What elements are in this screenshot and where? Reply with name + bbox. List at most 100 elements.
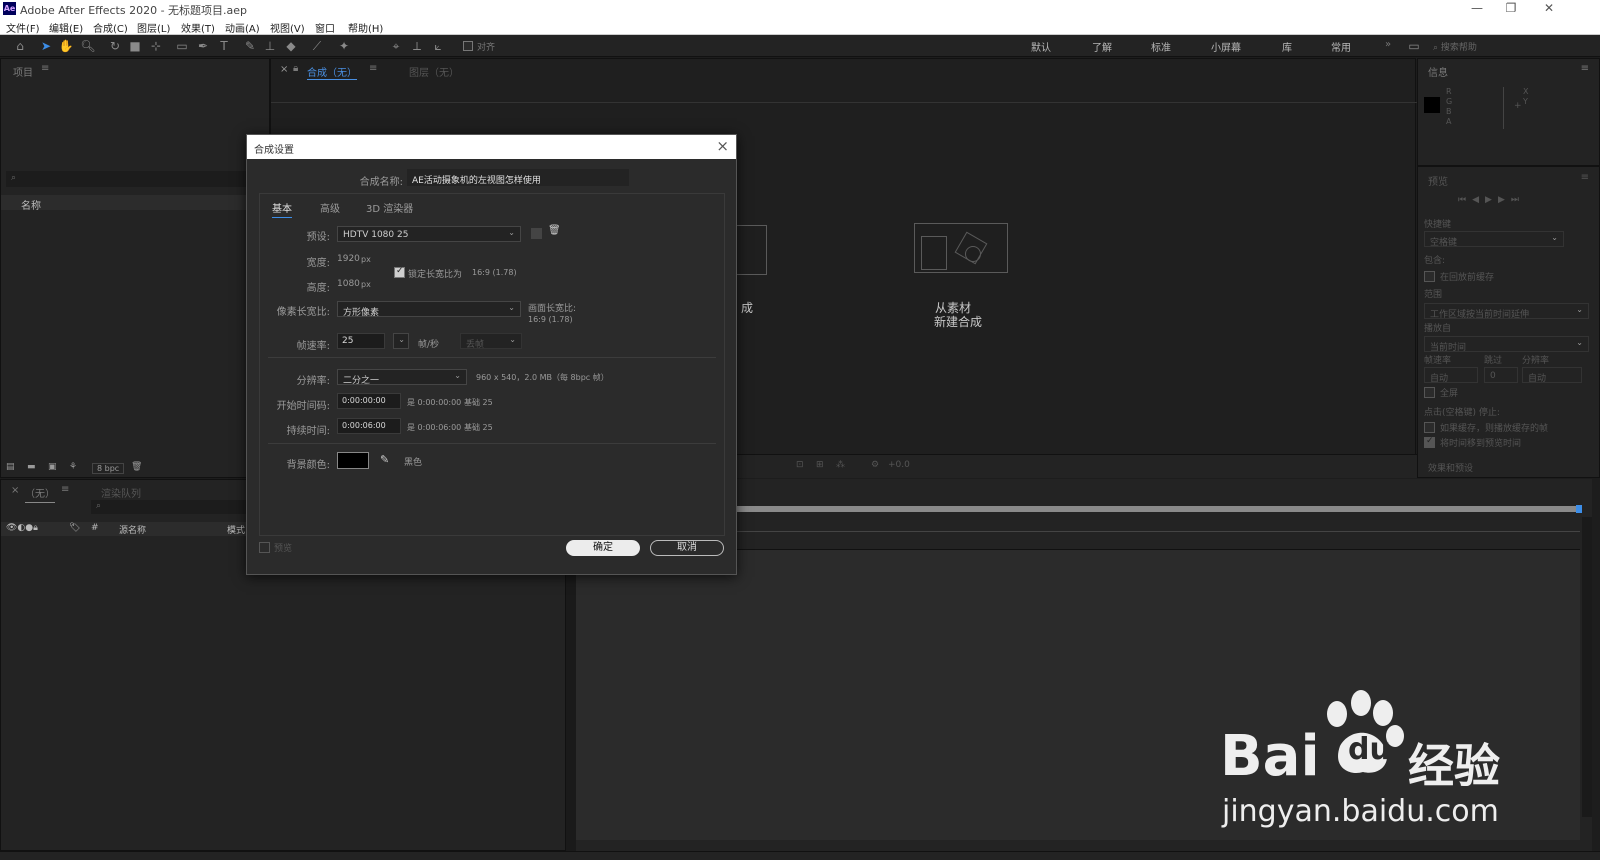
skip-select[interactable]: 0	[1484, 367, 1518, 383]
puppet-tool-icon[interactable]: ✦	[336, 38, 352, 54]
move-time-checkbox[interactable]	[1424, 436, 1435, 448]
brush-tool-icon[interactable]: ✎	[242, 38, 258, 54]
rectangle-tool-icon[interactable]: ▭	[174, 38, 190, 54]
workspace-small-screen[interactable]: 小屏幕	[1211, 39, 1241, 54]
source-name-header[interactable]: 源名称	[119, 523, 146, 536]
cache-before-play-checkbox[interactable]	[1424, 271, 1435, 282]
menu-composition[interactable]: 合成(C)	[93, 20, 128, 35]
delete-icon[interactable]: 🗑︎	[131, 462, 142, 472]
tab-3d-renderer[interactable]: 3D 渲染器	[366, 200, 413, 215]
lock-aspect-checkbox[interactable]	[394, 266, 405, 278]
shortcut-select[interactable]: 空格键 ⌄	[1424, 231, 1564, 248]
tab-render-queue[interactable]: 渲染队列	[101, 485, 141, 500]
menu-file[interactable]: 文件(F)	[6, 20, 40, 35]
fullscreen-checkbox[interactable]	[1424, 387, 1435, 398]
pixel-aspect-select[interactable]: 方形像素 ⌄	[337, 301, 521, 318]
column-name-header[interactable]: 名称	[21, 197, 41, 212]
preset-select[interactable]: HDTV 1080 25 ⌄	[337, 226, 521, 242]
panel-menu-icon[interactable]: ≡	[369, 63, 377, 74]
close-tab-icon[interactable]: ×	[11, 485, 19, 496]
bg-color-swatch[interactable]	[337, 452, 369, 469]
film-footage-icon[interactable]	[914, 223, 1008, 273]
exposure-value[interactable]: +0.0	[888, 460, 910, 470]
restore-button[interactable]: ❐	[1494, 0, 1528, 18]
roto-brush-tool-icon[interactable]: ⟋	[309, 38, 325, 54]
label-icon[interactable]: 🏷︎	[69, 523, 80, 533]
width-value[interactable]: 1920	[337, 254, 360, 264]
flowchart-icon[interactable]: ⚘	[69, 462, 77, 472]
resolution-select[interactable]: 二分之一 ⌄	[337, 369, 467, 386]
type-tool-icon[interactable]: T	[216, 38, 232, 54]
hand-tool-icon[interactable]: ✋	[58, 38, 74, 54]
comp-name-input[interactable]: AE活动摄象机的左视图怎样使用	[407, 169, 629, 186]
panel-menu-icon[interactable]: ≡	[61, 484, 69, 495]
menu-window[interactable]: 窗口	[315, 20, 335, 35]
av-features-icon[interactable]: 👁︎◐●🔒︎	[6, 523, 38, 533]
snap-checkbox[interactable]	[463, 41, 473, 51]
panel-menu-icon[interactable]: ≡	[41, 63, 49, 74]
playback-controls-icon[interactable]: ⏮◀▶▶⏭	[1458, 195, 1525, 205]
interpret-footage-icon[interactable]: ▤	[6, 462, 15, 472]
more-workspaces-icon[interactable]: »	[1385, 39, 1391, 50]
tab-advanced[interactable]: 高级	[320, 200, 340, 215]
number-column[interactable]: #	[91, 523, 99, 533]
axis-world-icon[interactable]: ⟂	[409, 38, 425, 54]
height-value[interactable]: 1080	[337, 279, 360, 289]
grid-icon[interactable]: ⊞	[816, 460, 824, 470]
workspace-learn[interactable]: 了解	[1092, 39, 1112, 54]
axis-view-icon[interactable]: ⟀	[430, 38, 446, 54]
framerate-dropdown[interactable]: ⌄	[393, 333, 409, 349]
ok-button[interactable]: 确定	[566, 540, 640, 556]
close-window-button[interactable]: ✕	[1532, 0, 1566, 18]
menu-animation[interactable]: 动画(A)	[225, 20, 260, 35]
axis-local-icon[interactable]: ⌖	[388, 38, 404, 54]
menu-view[interactable]: 视图(V)	[270, 20, 305, 35]
timeline-search-input[interactable]: ⌕	[91, 500, 251, 514]
vertical-scrollbar[interactable]	[1582, 517, 1592, 817]
duration-input[interactable]: 0:00:06:00	[337, 418, 401, 434]
search-help-input[interactable]: ⌕ 搜索帮助	[1433, 40, 1477, 53]
panel-menu-icon[interactable]: ≡	[1581, 172, 1589, 183]
cancel-button[interactable]: 取消	[650, 540, 724, 556]
new-composition-label[interactable]: 成	[741, 299, 753, 316]
tab-basic[interactable]: 基本	[272, 200, 292, 218]
tab-layer[interactable]: 图层（无）	[409, 64, 459, 79]
dialog-close-icon[interactable]: ×	[716, 137, 729, 155]
workspace-panel-icon[interactable]: ▭	[1406, 38, 1422, 54]
close-tab-icon[interactable]: ×	[280, 64, 288, 75]
tab-timeline[interactable]: （无）	[25, 485, 55, 503]
delete-preset-icon[interactable]: 🗑︎	[548, 225, 561, 236]
workspace-default[interactable]: 默认	[1031, 39, 1051, 54]
new-composition-icon[interactable]: ▣	[48, 462, 57, 472]
pen-tool-icon[interactable]: ✒	[195, 38, 211, 54]
camera-icon[interactable]: ⚙	[871, 460, 879, 470]
workspace-libraries[interactable]: 库	[1282, 39, 1292, 54]
from-footage-label-2[interactable]: 新建合成	[934, 313, 982, 330]
zoom-tool-icon[interactable]: 🔍︎	[80, 38, 96, 54]
menu-layer[interactable]: 图层(L)	[137, 20, 170, 35]
menu-help[interactable]: 帮助(H)	[348, 20, 383, 35]
framerate-select[interactable]: 自动	[1424, 367, 1478, 384]
play-from-select[interactable]: 当前时间 ⌄	[1424, 336, 1589, 353]
pan-behind-tool-icon[interactable]: ⊹	[148, 38, 164, 54]
start-timecode-input[interactable]: 0:00:00:00	[337, 393, 401, 409]
tab-composition[interactable]: 合成（无）	[307, 64, 357, 80]
lock-icon[interactable]: 🔒︎	[293, 63, 298, 74]
new-folder-icon[interactable]: ▬	[27, 462, 36, 472]
clone-stamp-tool-icon[interactable]: ⊥	[262, 38, 278, 54]
effects-presets-title[interactable]: 效果和预设	[1428, 461, 1473, 474]
region-icon[interactable]: ⊡	[796, 460, 804, 470]
if-cached-checkbox[interactable]	[1424, 422, 1435, 433]
eyedropper-icon[interactable]: ✎	[380, 453, 389, 466]
selection-tool-icon[interactable]: ➤	[38, 38, 54, 54]
camera-tool-icon[interactable]: ■	[127, 38, 143, 54]
project-search-input[interactable]: ⌕	[6, 171, 266, 187]
work-area-end-handle[interactable]	[1576, 505, 1582, 513]
menu-effect[interactable]: 效果(T)	[181, 20, 215, 35]
channel-icon[interactable]: ⁂	[836, 460, 845, 470]
preview-checkbox[interactable]	[259, 542, 270, 553]
mode-header[interactable]: 模式	[227, 523, 245, 536]
menu-edit[interactable]: 编辑(E)	[49, 20, 83, 35]
rotate-tool-icon[interactable]: ↻	[107, 38, 123, 54]
workspace-standard[interactable]: 标准	[1151, 39, 1171, 54]
